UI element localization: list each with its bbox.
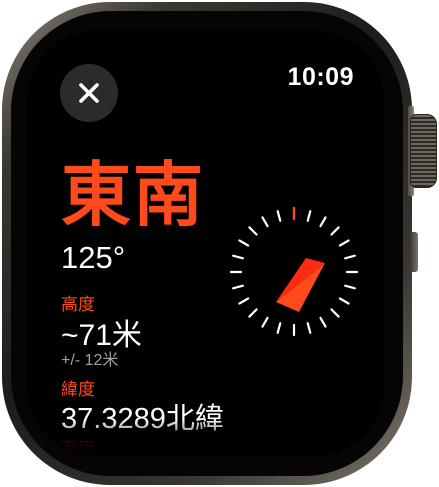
compass-dial: [229, 206, 359, 337]
compass-tick: [248, 308, 258, 318]
compass-tick: [261, 316, 269, 328]
compass-tick: [319, 216, 327, 228]
compass-tick: [344, 284, 356, 290]
compass-tick: [261, 216, 269, 228]
compass-tick: [276, 322, 282, 334]
compass-tick: [319, 316, 327, 328]
side-button[interactable]: [410, 232, 418, 272]
close-icon: [79, 83, 99, 103]
compass-tick: [306, 322, 312, 334]
compass-tick: [306, 210, 312, 222]
watch-device: 10:09 東南 125° 高度 ~71米 +/- 12米 緯度 37.3289…: [0, 0, 439, 487]
compass-tick: [238, 239, 250, 247]
compass-tick: [248, 226, 258, 236]
compass-tick: [338, 297, 350, 305]
digital-crown[interactable]: [410, 114, 437, 188]
compass-needle: [276, 258, 325, 312]
watch-screen: 10:09 東南 125° 高度 ~71米 +/- 12米 緯度 37.3289…: [26, 30, 384, 457]
compass-tick: [344, 254, 356, 260]
heading-degrees: 125°: [61, 240, 126, 275]
bottom-fade: [26, 419, 384, 457]
status-time: 10:09: [287, 63, 354, 91]
compass-tick: [238, 297, 250, 305]
compass-ticks: [229, 210, 359, 337]
compass-tick: [276, 210, 282, 222]
heading-direction: 東南: [61, 156, 205, 234]
compass-tick: [330, 308, 340, 318]
altitude-accuracy: +/- 12米: [61, 352, 119, 369]
close-button[interactable]: [60, 64, 118, 122]
compass-tick: [338, 239, 350, 247]
compass-tick: [330, 226, 340, 236]
compass-tick: [232, 254, 244, 260]
compass-tick: [232, 284, 244, 290]
